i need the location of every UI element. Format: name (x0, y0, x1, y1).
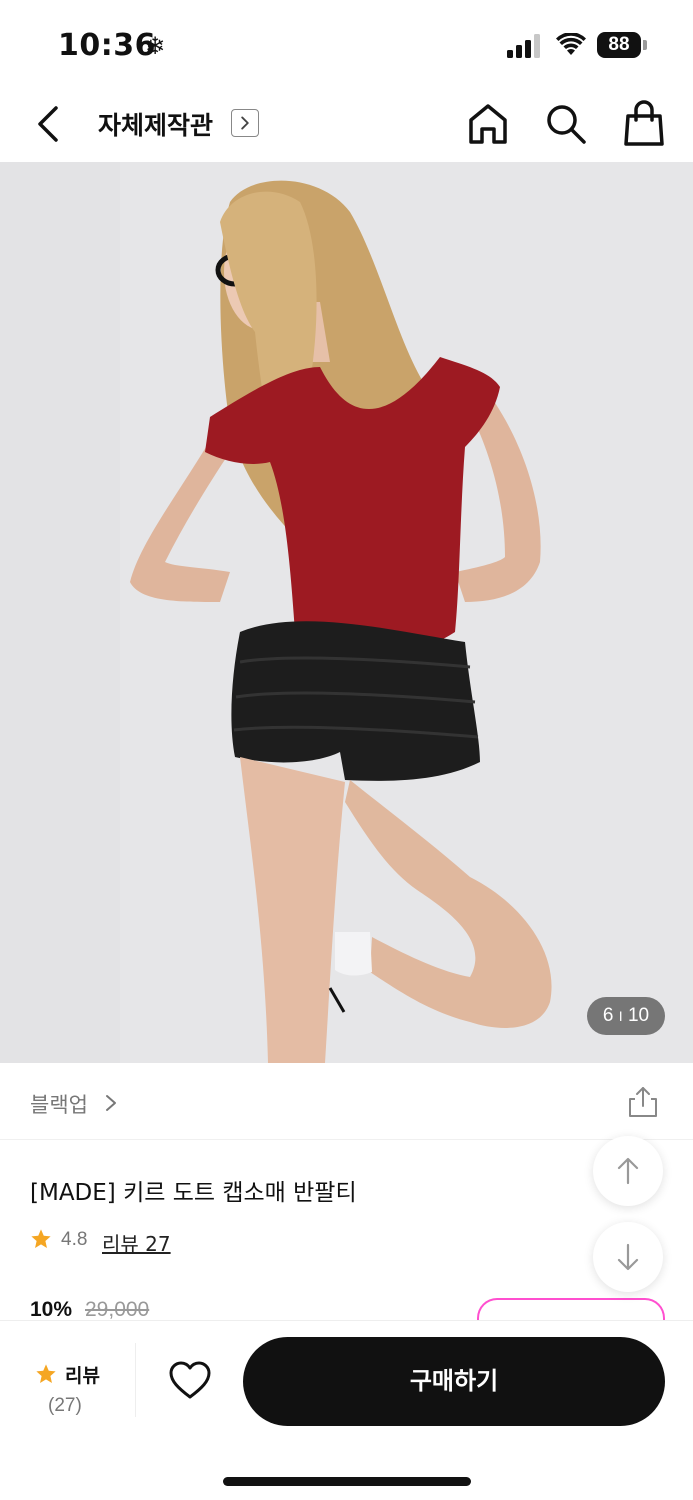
star-icon (36, 1364, 56, 1383)
chevron-right-icon[interactable] (104, 1093, 118, 1113)
price-row: 10% 29,000 (30, 1298, 430, 1322)
gallery-separator: I (618, 1008, 623, 1024)
bottom-review-label: 리뷰 (65, 1365, 100, 1387)
gallery-current: 6 (602, 1005, 614, 1026)
category-link[interactable]: 블랙업 (30, 1089, 88, 1119)
arrow-down-icon (617, 1243, 639, 1271)
buy-button[interactable]: 구매하기 (243, 1337, 665, 1426)
arrow-up-icon (617, 1157, 639, 1185)
cellular-signal-icon (507, 34, 540, 58)
gallery-total: 10 (627, 1005, 650, 1026)
bottom-review-button[interactable]: 리뷰 (27) (30, 1357, 110, 1417)
gallery-page-counter: 6 I 10 (587, 997, 665, 1035)
share-icon[interactable] (626, 1085, 660, 1119)
search-icon[interactable] (544, 102, 588, 146)
home-indicator[interactable] (223, 1477, 471, 1486)
home-icon[interactable] (466, 102, 510, 146)
star-icon (31, 1229, 51, 1248)
scroll-up-button[interactable] (593, 1136, 663, 1206)
rating-value: 4.8 (61, 1229, 88, 1250)
back-arrow-icon[interactable] (28, 102, 68, 146)
brand-category-row: 블랙업 (0, 1063, 693, 1140)
battery-icon: 88 (597, 32, 647, 60)
battery-tip (643, 40, 647, 50)
review-link[interactable]: 리뷰 27 (102, 1228, 171, 1257)
bottom-review-count: (27) (48, 1395, 82, 1416)
model-photo (0, 162, 693, 1063)
shopping-bag-icon[interactable] (622, 100, 666, 146)
nav-bar: 자체제작관 (0, 86, 693, 162)
brand-title[interactable]: 자체제작관 (98, 106, 213, 142)
product-image[interactable]: 6 I 10 (0, 162, 693, 1063)
heart-icon[interactable] (168, 1359, 212, 1403)
divider (135, 1343, 136, 1417)
status-bar: 10:36 ❄ 88 (0, 0, 693, 86)
product-title: [MADE] 키르 도트 캡소매 반팔티 (30, 1180, 357, 1206)
discount-rate: 10% (30, 1298, 73, 1321)
bottom-action-bar: 리뷰 (27) 구매하기 (0, 1320, 693, 1500)
chevron-right-icon[interactable] (231, 109, 259, 137)
original-price: 29,000 (85, 1298, 150, 1321)
status-time: 10:36 (58, 28, 156, 63)
wifi-icon (556, 33, 586, 55)
snowflake-icon: ❄ (145, 32, 166, 60)
scroll-down-button[interactable] (593, 1222, 663, 1292)
battery-level: 88 (597, 32, 641, 58)
